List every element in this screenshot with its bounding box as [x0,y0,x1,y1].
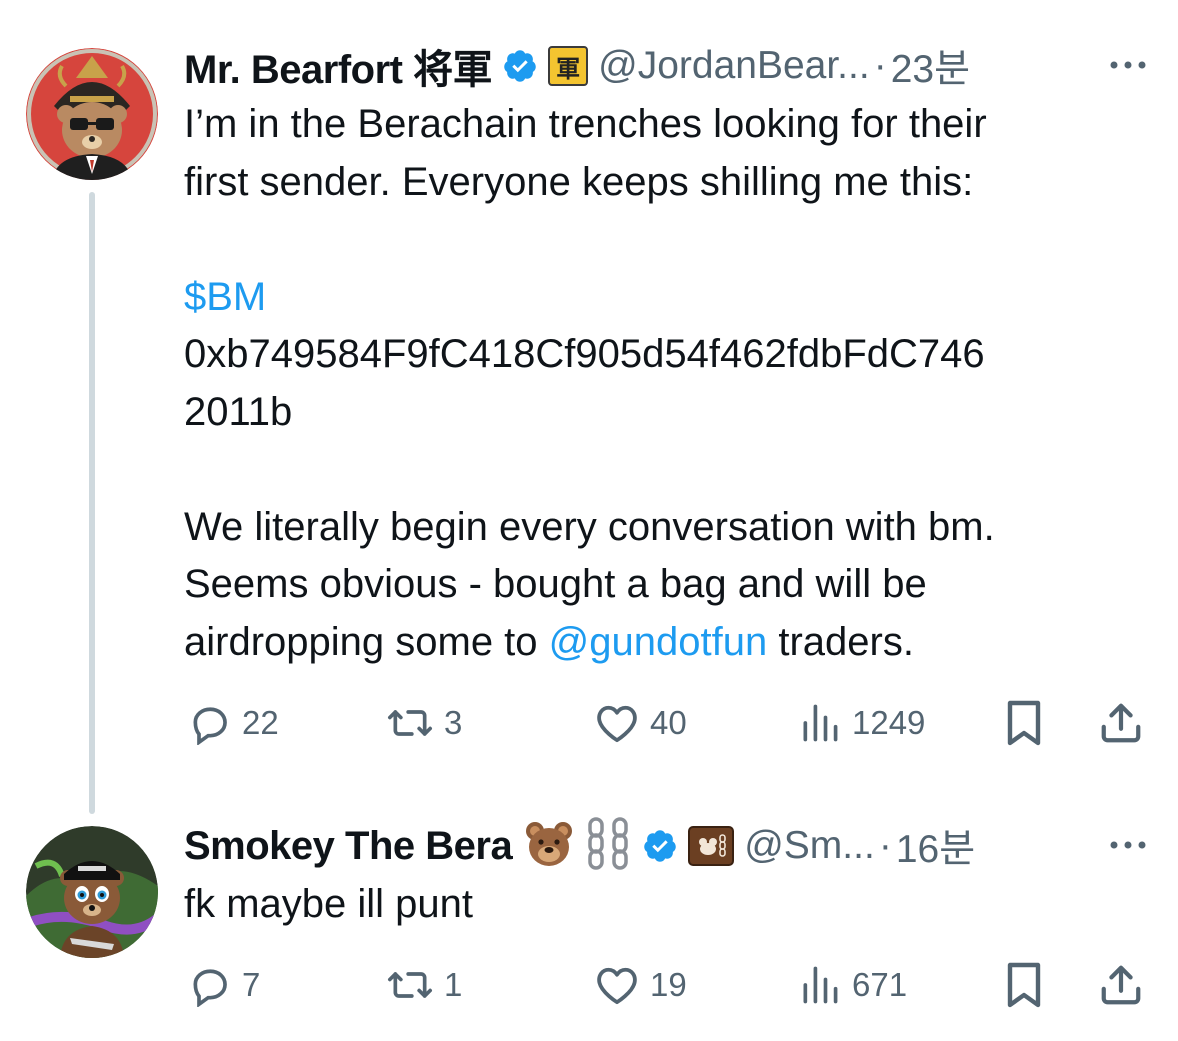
reply-button[interactable]: 7 [188,955,260,1015]
views-icon [803,704,838,742]
user-handle[interactable]: @JordanBear... [598,44,870,88]
tweet-2-actions: 7 1 19 671 [184,955,1148,1015]
view-count: 671 [852,966,908,1003]
views-icon [803,966,838,1004]
bear-emoji [524,819,574,874]
more-icon[interactable] [1108,830,1148,865]
reply-icon [193,707,227,745]
retweet-count: 3 [444,704,463,741]
bookmark-icon [1007,700,1041,746]
bookmark-button[interactable] [1002,693,1046,753]
reply-count: 7 [242,966,261,1003]
timestamp[interactable]: 16분 [896,818,975,874]
header-separator: · [878,824,892,867]
share-button[interactable] [1098,693,1144,753]
bookmark-icon [1007,962,1041,1008]
like-button[interactable]: 19 [594,955,687,1015]
bookmark-button[interactable] [1002,955,1046,1015]
like-icon [597,705,637,743]
tweet-1-header: Mr. Bearfort 将軍 軍 @JordanBear... · 23분 [184,36,1148,96]
affiliate-badge-icon[interactable] [688,826,735,866]
views-button[interactable]: 1249 [798,693,925,753]
views-button[interactable]: 671 [798,955,907,1015]
retweet-icon [388,972,432,998]
display-name[interactable]: Smokey The Bera [184,824,513,869]
chain-emoji [586,816,632,876]
affiliate-badge-char: 軍 [556,54,581,83]
like-icon [597,967,637,1005]
header-separator: · [873,44,887,87]
tweet-2-header: Smokey The Bera @Sm... · 16분 [184,816,1148,876]
text-segment: traders. [767,619,914,664]
contract-address-line: 0xb749584F9fC418Cf905d54f462fdbFdC746 [184,332,985,376]
avatar-smokey-the-bera[interactable] [26,826,158,958]
reply-count: 22 [242,704,279,741]
share-icon [1101,703,1141,743]
contract-address-line: 2011b [184,389,293,434]
verified-badge-icon [502,48,538,84]
more-icon[interactable] [1108,50,1148,85]
text-line: I’m in the Berachain trenches looking fo… [184,102,987,146]
share-icon [1101,965,1141,1005]
cashtag-link[interactable]: $BM [184,269,1148,327]
like-button[interactable]: 40 [594,693,687,753]
display-name[interactable]: Mr. Bearfort 将軍 [184,37,493,95]
view-count: 1249 [852,704,926,741]
text-blank-line [184,441,1148,499]
affiliate-badge-icon[interactable]: 軍 [548,46,589,86]
mention-link[interactable]: @gundotfun [549,620,768,664]
reply-icon [193,969,227,1007]
avatar-mr-bearfort[interactable] [26,48,158,180]
user-handle[interactable]: @Sm... [744,824,875,868]
tweet-2-text: fk maybe ill punt [184,876,1148,934]
retweet-button[interactable]: 1 [386,955,462,1015]
like-count: 40 [650,704,687,741]
like-count: 19 [650,966,687,1003]
tweet-1-actions: 22 3 40 1249 [184,693,1148,753]
text-line: We literally begin every conversation wi… [184,504,995,549]
text-line: fk maybe ill punt [184,882,474,926]
timestamp[interactable]: 23분 [891,38,970,94]
retweet-button[interactable]: 3 [386,693,462,753]
text-blank-line [184,211,1148,269]
text-line: first sender. Everyone keeps shilling me… [184,159,974,204]
retweet-icon [388,710,432,736]
verified-badge-icon [642,828,678,864]
text-segment: airdropping some to [184,619,549,664]
reply-button[interactable]: 22 [188,693,279,753]
text-line: airdropping some to @gundotfun traders. [184,614,1148,672]
retweet-count: 1 [444,966,463,1003]
share-button[interactable] [1098,955,1144,1015]
text-line: Seems obvious - bought a bag and will be [184,562,927,606]
tweet-1-text: I’m in the Berachain trenches looking fo… [184,96,1148,671]
thread-connector-line [89,192,95,814]
